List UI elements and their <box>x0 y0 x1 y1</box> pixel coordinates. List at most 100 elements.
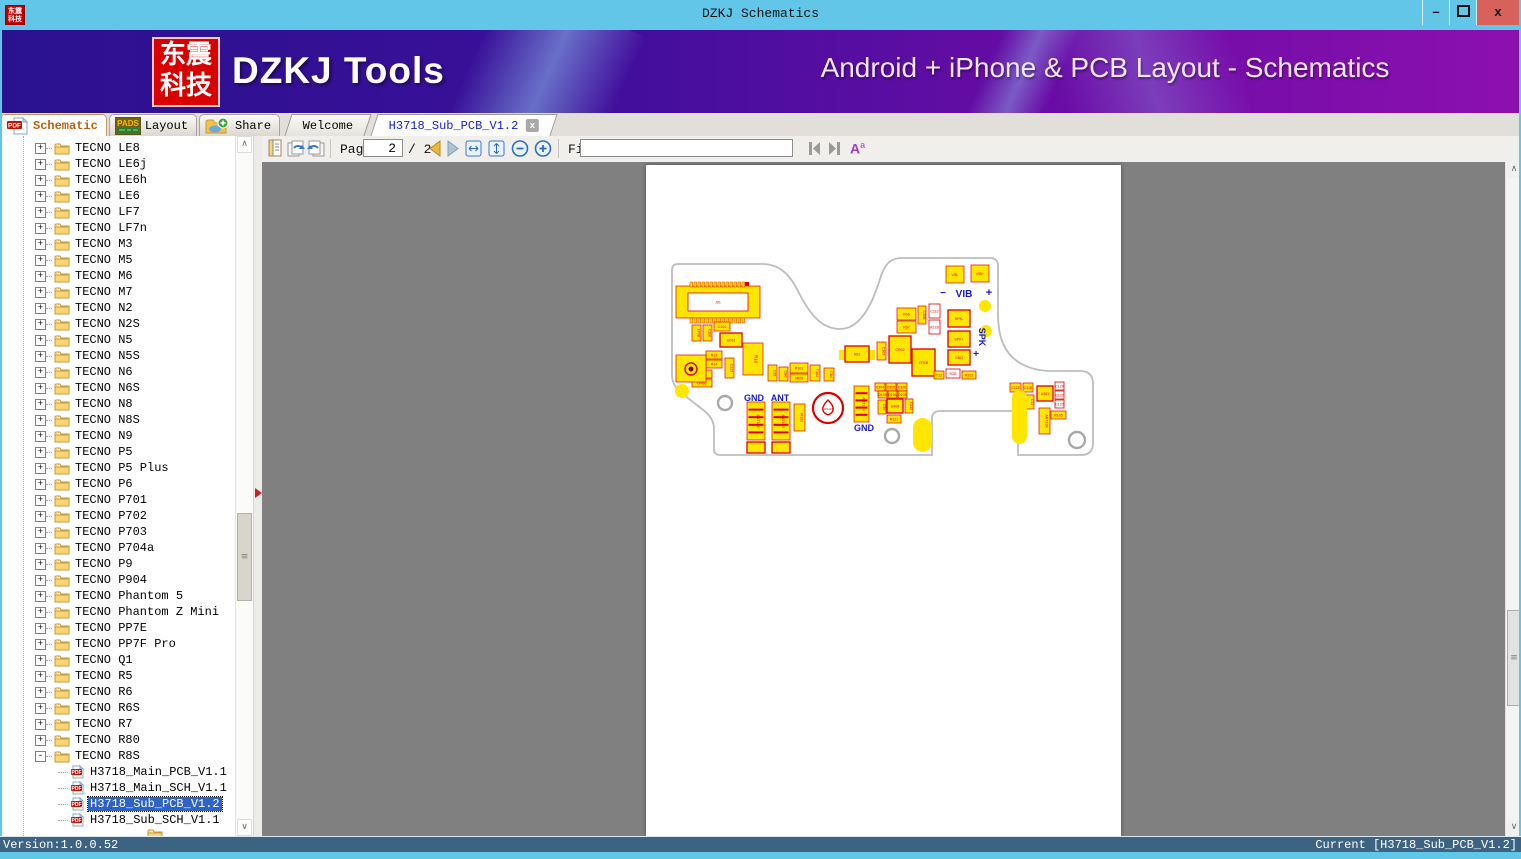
document-tab-welcome[interactable]: Welcome <box>284 114 372 136</box>
expand-icon[interactable]: + <box>35 255 46 266</box>
expand-icon[interactable]: + <box>35 415 46 426</box>
minimize-button[interactable]: – <box>1422 0 1449 25</box>
tree-scrollbar[interactable]: ∧ ≡ ∨ <box>235 136 253 836</box>
next-page-icon[interactable] <box>446 139 460 163</box>
tree-folder-tecno-r80[interactable]: +TECNO R80 <box>2 732 236 748</box>
tree-folder-tecno-p5-plus[interactable]: +TECNO P5 Plus <box>2 460 236 476</box>
expand-icon[interactable]: + <box>35 175 46 186</box>
tree-folder-tecno-r8s[interactable]: -TECNO R8S <box>2 748 236 764</box>
tree-folder-tecno-lf7n[interactable]: +TECNO LF7n <box>2 220 236 236</box>
document-scrollbar-thumb[interactable]: ≡ <box>1507 610 1521 706</box>
expand-icon[interactable]: + <box>35 479 46 490</box>
tree-folder-tecno-n5[interactable]: +TECNO N5 <box>2 332 236 348</box>
expand-icon[interactable]: + <box>35 367 46 378</box>
expand-icon[interactable]: + <box>35 319 46 330</box>
expand-icon[interactable]: + <box>35 671 46 682</box>
prev-page-icon[interactable] <box>428 139 442 163</box>
expand-icon[interactable]: + <box>35 591 46 602</box>
tree-folder-tecno-pp7f-pro[interactable]: +TECNO PP7F Pro <box>2 636 236 652</box>
tree-folder-tecno-n2[interactable]: +TECNO N2 <box>2 300 236 316</box>
tool-tab-schematic[interactable]: PDFSchematic <box>0 114 107 136</box>
tree-folder-tecno-phantom-z-mini[interactable]: +TECNO Phantom Z Mini <box>2 604 236 620</box>
expand-icon[interactable]: + <box>35 607 46 618</box>
tree-folder-tecno-n5s[interactable]: +TECNO N5S <box>2 348 236 364</box>
expand-icon[interactable]: + <box>35 543 46 554</box>
zoom-out-icon[interactable] <box>511 139 529 163</box>
expand-icon[interactable]: + <box>35 447 46 458</box>
expand-icon[interactable]: + <box>35 655 46 666</box>
tree-file-h3718_main_pcb_v1.1[interactable]: PDFH3718_Main_PCB_V1.1 <box>2 764 236 780</box>
document-tab-h3718_sub_pcb_v1.2[interactable]: H3718_Sub_PCB_V1.2x <box>371 114 558 136</box>
expand-icon[interactable]: + <box>35 703 46 714</box>
tree-folder-tecno-m3[interactable]: +TECNO M3 <box>2 236 236 252</box>
tree-folder-tecno-pp7e[interactable]: +TECNO PP7E <box>2 620 236 636</box>
tree-folder-tecno-p9[interactable]: +TECNO P9 <box>2 556 236 572</box>
tree-folder-tecno-r6[interactable]: +TECNO R6 <box>2 684 236 700</box>
tree-folder-tecno-r5[interactable]: +TECNO R5 <box>2 668 236 684</box>
tree-folder-tecno-lf7[interactable]: +TECNO LF7 <box>2 204 236 220</box>
expand-icon[interactable]: + <box>35 351 46 362</box>
find-previous-icon[interactable] <box>806 139 823 163</box>
tree-folder-tecno-p904[interactable]: +TECNO P904 <box>2 572 236 588</box>
expand-icon[interactable]: + <box>35 191 46 202</box>
expand-icon[interactable]: + <box>35 559 46 570</box>
expand-icon[interactable]: + <box>35 719 46 730</box>
find-next-icon[interactable] <box>826 139 843 163</box>
expand-icon[interactable]: + <box>35 271 46 282</box>
tree-folder-tecno-q1[interactable]: +TECNO Q1 <box>2 652 236 668</box>
scroll-down-icon[interactable]: ∨ <box>237 819 252 836</box>
fit-width-icon[interactable] <box>465 139 482 163</box>
tree-folder-tecno-p701[interactable]: +TECNO P701 <box>2 492 236 508</box>
expand-icon[interactable]: + <box>35 303 46 314</box>
expand-icon[interactable]: + <box>35 639 46 650</box>
zoom-in-icon[interactable] <box>534 139 552 163</box>
document-scrollbar[interactable]: ∧ ≡ ∨ <box>1505 162 1521 836</box>
tree-file-h3718_main_sch_v1.1[interactable]: PDFH3718_Main_SCH_V1.1 <box>2 780 236 796</box>
expand-icon[interactable]: + <box>35 143 46 154</box>
tree-folder-tecno-n9[interactable]: +TECNO N9 <box>2 428 236 444</box>
close-tab-icon[interactable]: x <box>526 119 539 132</box>
tree-folder-tecno-p6[interactable]: +TECNO P6 <box>2 476 236 492</box>
expand-icon[interactable]: + <box>35 399 46 410</box>
tree-folder-tecno-n6[interactable]: +TECNO N6 <box>2 364 236 380</box>
scroll-down-icon[interactable]: ∨ <box>1507 820 1521 836</box>
find-input[interactable] <box>580 139 793 157</box>
scroll-up-icon[interactable]: ∧ <box>237 136 252 153</box>
expand-icon[interactable]: + <box>35 223 46 234</box>
fit-page-icon[interactable] <box>488 139 505 163</box>
close-button[interactable]: x <box>1476 0 1519 25</box>
tree-folder-tecno-p702[interactable]: +TECNO P702 <box>2 508 236 524</box>
expand-icon[interactable]: + <box>35 463 46 474</box>
expand-icon[interactable]: + <box>35 287 46 298</box>
tree-folder-tecno-p704a[interactable]: +TECNO P704a <box>2 540 236 556</box>
tree-scrollbar-thumb[interactable]: ≡ <box>237 513 252 601</box>
tool-tab-share[interactable]: Share <box>199 114 280 136</box>
expand-icon[interactable]: + <box>35 159 46 170</box>
tree-folder-tecno-n6s[interactable]: +TECNO N6S <box>2 380 236 396</box>
expand-icon[interactable]: + <box>35 239 46 250</box>
tree-folder-tecno-p5[interactable]: +TECNO P5 <box>2 444 236 460</box>
tree-folder-tecno-m6[interactable]: +TECNO M6 <box>2 268 236 284</box>
expand-icon[interactable]: + <box>35 431 46 442</box>
expand-icon[interactable]: + <box>35 527 46 538</box>
collapse-icon[interactable]: - <box>35 751 46 762</box>
expand-icon[interactable]: + <box>35 687 46 698</box>
tree-folder-tecno-phantom-5[interactable]: +TECNO Phantom 5 <box>2 588 236 604</box>
rotate-cw-icon[interactable] <box>286 139 306 163</box>
tree-folder-tecno-le6h[interactable]: +TECNO LE6h <box>2 172 236 188</box>
tree-folder-tecno-m5[interactable]: +TECNO M5 <box>2 252 236 268</box>
tree-folder-tecno-n2s[interactable]: +TECNO N2S <box>2 316 236 332</box>
expand-icon[interactable]: + <box>35 511 46 522</box>
match-case-icon[interactable]: Aa <box>850 140 865 157</box>
tree-folder-tecno-n8s[interactable]: +TECNO N8S <box>2 412 236 428</box>
expand-icon[interactable]: + <box>35 495 46 506</box>
tree-folder-tecno-le6[interactable]: +TECNO LE6 <box>2 188 236 204</box>
scroll-up-icon[interactable]: ∧ <box>1507 162 1521 178</box>
tree-file-h3718_sub_sch_v1.1[interactable]: PDFH3718_Sub_SCH_V1.1 <box>2 812 236 828</box>
expand-icon[interactable]: + <box>35 735 46 746</box>
expand-icon[interactable]: + <box>35 383 46 394</box>
maximize-button[interactable] <box>1449 0 1476 25</box>
tree-folder-tecno-r7[interactable]: +TECNO R7 <box>2 716 236 732</box>
tree-folder-tecno-le8[interactable]: +TECNO LE8 <box>2 140 236 156</box>
expand-icon[interactable]: + <box>35 335 46 346</box>
